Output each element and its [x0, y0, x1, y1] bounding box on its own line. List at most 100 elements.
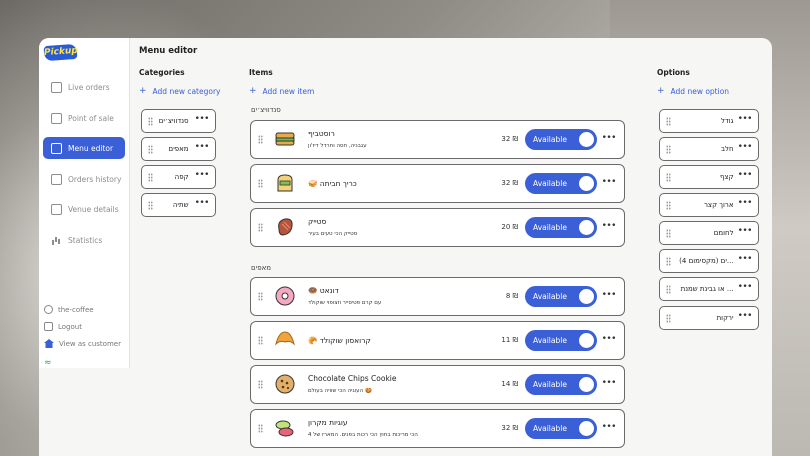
availability-toggle[interactable]: Available: [525, 129, 597, 150]
add-item-button[interactable]: + Add new item: [249, 86, 314, 96]
view-as-customer-link[interactable]: View as customer: [44, 339, 121, 348]
more-options-icon[interactable]: •••: [738, 227, 753, 238]
item-description: עם קרם פטיסייר וזצופוי שוקולד: [308, 300, 382, 306]
item-description: העוגיה הכי שוויה בעולם 🍪: [308, 388, 372, 394]
item-name: סטייק: [308, 217, 327, 226]
item-price: 32 ₪: [501, 135, 518, 143]
option-chip[interactable]: ••• ... או גבינת שמנת: [659, 277, 759, 301]
more-options-icon[interactable]: •••: [602, 423, 617, 434]
nav-label: Menu editor: [68, 143, 114, 153]
menu-item-row[interactable]: סטייק סטייק הכי טעים בעיר 20 ₪ Available…: [250, 208, 625, 247]
nav-label: Orders history: [68, 174, 122, 184]
drag-handle-icon[interactable]: [258, 223, 263, 232]
item-name: 🥪 כריך חביתה: [308, 179, 357, 188]
wifi-icon: ≈: [44, 358, 52, 368]
availability-toggle[interactable]: Available: [525, 173, 597, 194]
more-options-icon[interactable]: •••: [602, 178, 617, 189]
more-options-icon[interactable]: •••: [602, 379, 617, 390]
section-title: מאפים: [251, 264, 272, 272]
add-category-button[interactable]: + Add new category: [139, 86, 220, 96]
menu-item-row[interactable]: רוסטביף עגבניה, חסה וחרדל דיז'ון 32 ₪ Av…: [250, 120, 625, 159]
nav-label: Venue details: [68, 204, 119, 214]
more-options-icon[interactable]: •••: [195, 171, 210, 182]
item-description: עגבניה, חסה וחרדל דיז'ון: [308, 143, 367, 149]
category-chip[interactable]: סנדוויצ׳ים •••: [141, 109, 216, 133]
item-price: 14 ₪: [501, 380, 518, 388]
app-window: Pickup Live orders Point of sale Menu ed…: [39, 38, 772, 456]
drag-handle-icon[interactable]: [258, 292, 263, 301]
categories-title: Categories: [139, 68, 185, 77]
drag-handle-icon[interactable]: [258, 380, 263, 389]
history-icon: [51, 173, 62, 185]
option-chip[interactable]: ••• קצף: [659, 165, 759, 189]
more-options-icon[interactable]: •••: [738, 143, 753, 154]
pickup-logo[interactable]: Pickup: [43, 43, 78, 62]
item-price: 32 ₪: [501, 179, 518, 187]
availability-toggle[interactable]: Available: [525, 418, 597, 439]
nav-statistics[interactable]: Statistics: [43, 229, 125, 251]
availability-toggle[interactable]: Available: [525, 330, 597, 351]
option-chip[interactable]: ••• גודל: [659, 109, 759, 133]
item-name: עוגיות מקרון: [308, 418, 348, 427]
croissant-icon: [275, 331, 295, 346]
options-title: Options: [657, 68, 690, 77]
more-options-icon[interactable]: •••: [195, 199, 210, 210]
macaron-icon: [275, 420, 294, 437]
more-options-icon[interactable]: •••: [195, 115, 210, 126]
more-options-icon[interactable]: •••: [602, 335, 617, 346]
more-options-icon[interactable]: •••: [738, 312, 753, 323]
nav-point-of-sale[interactable]: Point of sale: [43, 107, 125, 129]
item-price: 20 ₪: [501, 223, 518, 231]
more-options-icon[interactable]: •••: [602, 291, 617, 302]
orders-icon: [51, 81, 62, 93]
availability-toggle[interactable]: Available: [525, 374, 597, 395]
nav-orders-history[interactable]: Orders history: [43, 168, 125, 190]
page-title: Menu editor: [139, 46, 198, 56]
items-title: Items: [249, 68, 273, 77]
option-chip[interactable]: ••• חלב: [659, 137, 759, 161]
category-chip[interactable]: קפה •••: [141, 165, 216, 189]
plus-icon: +: [249, 86, 257, 96]
menu-item-row[interactable]: 🥪 כריך חביתה 32 ₪ Available •••: [250, 164, 625, 203]
more-options-icon[interactable]: •••: [738, 199, 753, 210]
availability-toggle[interactable]: Available: [525, 217, 597, 238]
item-price: 8 ₪: [505, 292, 518, 300]
menu-item-row[interactable]: עוגיות מקרון הכי מריכות בחוץ הכי רכות בפ…: [250, 409, 625, 448]
drag-handle-icon[interactable]: [258, 135, 263, 144]
nav-live-orders[interactable]: Live orders: [43, 76, 125, 98]
drag-handle-icon[interactable]: [258, 179, 263, 188]
availability-toggle[interactable]: Available: [525, 286, 597, 307]
item-price: 11 ₪: [501, 336, 518, 344]
home-icon: [44, 339, 54, 348]
option-chip[interactable]: ••• ארוך קצר: [659, 193, 759, 217]
item-description: סטייק הכי טעים בעיר: [308, 231, 358, 237]
more-options-icon[interactable]: •••: [738, 171, 753, 182]
menu-item-row[interactable]: 🍩 דונאט עם קרם פטיסייר וזצופוי שוקולד 8 …: [250, 277, 625, 316]
cookie-icon: [275, 374, 295, 394]
option-chip[interactable]: ••• ירקות: [659, 306, 759, 330]
more-options-icon[interactable]: •••: [738, 255, 753, 266]
nav-menu-editor[interactable]: Menu editor: [43, 137, 125, 159]
venue-name[interactable]: the-coffee: [44, 305, 94, 314]
more-options-icon[interactable]: •••: [602, 222, 617, 233]
nav-venue-details[interactable]: Venue details: [43, 198, 125, 220]
item-name: רוסטביף: [308, 129, 335, 138]
option-chip[interactable]: ••• לחומם: [659, 221, 759, 245]
add-option-button[interactable]: + Add new option: [657, 86, 729, 96]
drag-handle-icon[interactable]: [258, 424, 263, 433]
option-chip[interactable]: ••• ...ים (מקסימום 4): [659, 249, 759, 273]
more-options-icon[interactable]: •••: [602, 134, 617, 145]
category-chip[interactable]: מאפים •••: [141, 137, 216, 161]
more-options-icon[interactable]: •••: [738, 115, 753, 126]
menu-item-row[interactable]: 🥐 קרואסון שוקולד 11 ₪ Available •••: [250, 321, 625, 360]
item-name: 🍩 דונאט: [308, 286, 339, 295]
category-chip[interactable]: שתיה •••: [141, 193, 216, 217]
plus-icon: +: [139, 86, 147, 96]
sandwich-icon: [275, 132, 295, 146]
drag-handle-icon[interactable]: [258, 336, 263, 345]
venue-icon: [51, 203, 62, 215]
logout-link[interactable]: Logout: [44, 322, 82, 331]
menu-item-row[interactable]: Chocolate Chips Cookie העוגיה הכי שוויה …: [250, 365, 625, 404]
more-options-icon[interactable]: •••: [195, 143, 210, 154]
more-options-icon[interactable]: •••: [738, 283, 753, 294]
